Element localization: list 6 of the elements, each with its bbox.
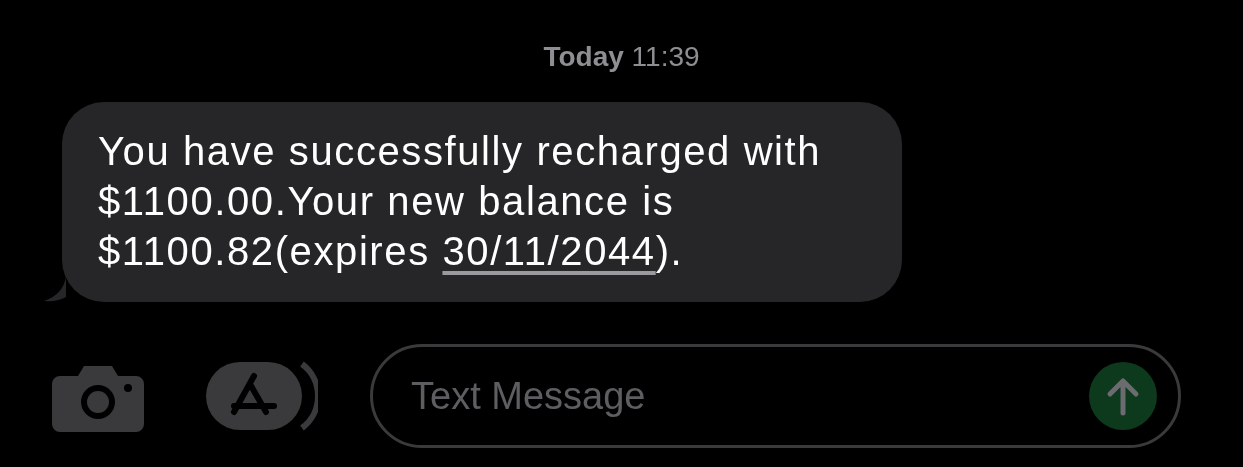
timestamp: Today 11:39 [542, 40, 701, 74]
arrow-up-icon [1106, 376, 1140, 416]
bubble-tail [44, 276, 66, 302]
message-input[interactable]: Text Message [370, 344, 1181, 448]
message-text: You have successfully recharged with $1100.00.Your new balance is $1100.82(expires 30/11/2044). [98, 129, 822, 273]
date-link[interactable]: 30/11/2044 [442, 229, 656, 273]
